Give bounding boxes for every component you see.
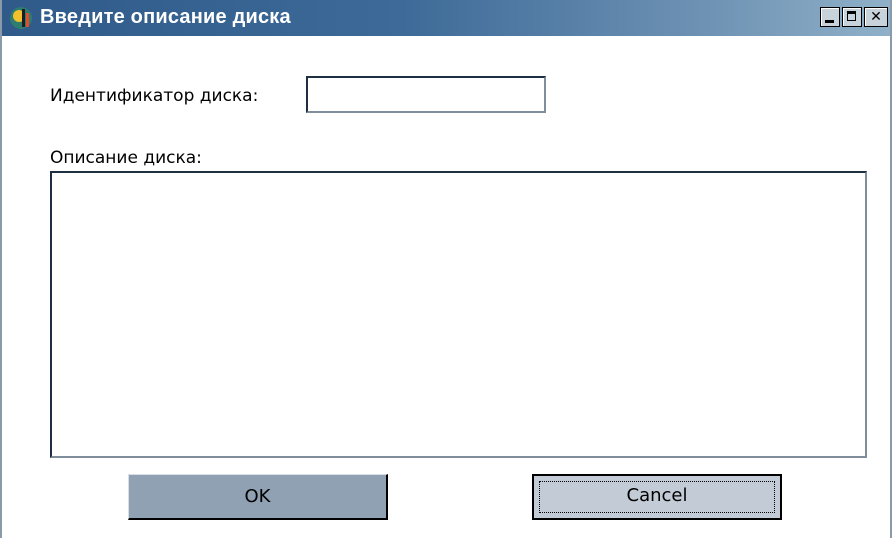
title-bar[interactable]: Введите описание диска ✕ [2, 0, 890, 36]
minimize-icon [825, 20, 834, 23]
maximize-button[interactable] [842, 7, 862, 27]
description-textarea[interactable] [50, 171, 867, 458]
ok-button[interactable]: OK [128, 474, 388, 520]
disk-id-label: Идентификатор диска: [50, 86, 259, 106]
dialog-window: Введите описание диска ✕ Идентификатор д… [0, 0, 892, 538]
maximize-icon [847, 11, 856, 21]
cancel-button-label: Cancel [626, 485, 688, 506]
disk-id-input[interactable] [306, 76, 546, 113]
app-icon [10, 7, 32, 29]
minimize-button[interactable] [820, 7, 840, 27]
close-button[interactable]: ✕ [864, 7, 888, 27]
window-title: Введите описание диска [40, 6, 291, 28]
cancel-button[interactable]: Cancel [532, 474, 782, 520]
close-icon: ✕ [870, 9, 882, 25]
description-label: Описание диска: [50, 148, 202, 168]
